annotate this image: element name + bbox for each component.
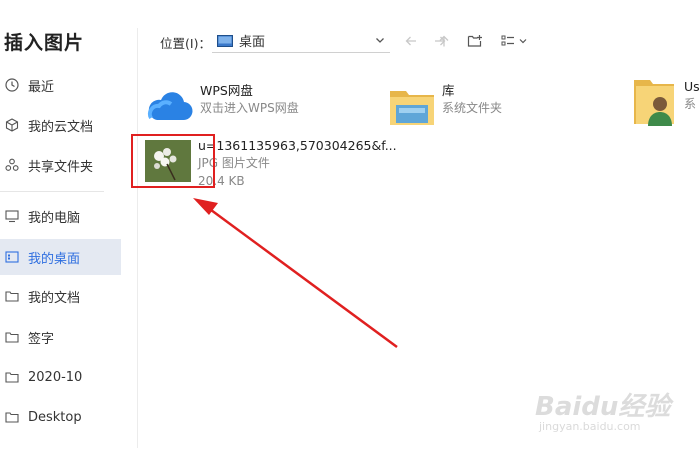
sidebar: 插入图片 最近 我的云文档 共享文件夹 我的电脑 我的桌面 我的文档 签字 20… xyxy=(0,0,122,450)
sidebar-item-my-computer[interactable]: 我的电脑 xyxy=(0,198,121,234)
sidebar-item-label: 2020-10 xyxy=(28,369,83,385)
sidebar-item-recent[interactable]: 最近 xyxy=(0,67,121,103)
sidebar-item-label: 签字 xyxy=(28,331,55,347)
file-item-wps-cloud[interactable]: WPS网盘 双击进入WPS网盘 xyxy=(146,82,299,130)
file-item-library[interactable]: 库 系统文件夹 xyxy=(388,82,502,130)
arrow-up-icon xyxy=(439,35,449,47)
sidebar-item-cloud-docs[interactable]: 我的云文档 xyxy=(0,107,121,143)
sidebar-item-label: 我的文档 xyxy=(28,290,81,306)
sidebar-item-label: 共享文件夹 xyxy=(28,159,94,175)
pane-divider xyxy=(137,28,138,448)
sidebar-item-label: Desktop xyxy=(28,409,82,425)
cube-icon xyxy=(4,117,20,133)
desktop-icon xyxy=(217,34,233,47)
sidebar-item-label: 最近 xyxy=(28,79,55,95)
file-name: u=1361135963,570304265&f... xyxy=(198,138,397,153)
folder-icon xyxy=(4,329,20,345)
list-view-icon xyxy=(501,35,527,46)
folder-icon xyxy=(4,288,20,304)
sidebar-item-label: 我的电脑 xyxy=(28,210,81,226)
watermark-logo: Baidu经验 xyxy=(535,392,671,422)
library-folder-icon xyxy=(388,82,436,130)
location-dropdown[interactable]: 桌面 xyxy=(212,29,390,53)
folder-icon xyxy=(4,369,20,385)
sidebar-item-label: 我的云文档 xyxy=(28,119,94,135)
user-folder-icon xyxy=(630,78,678,126)
sidebar-item-my-desktop[interactable]: 我的桌面 xyxy=(0,239,121,275)
folder-icon xyxy=(4,409,20,425)
file-description: 双击进入WPS网盘 xyxy=(200,101,299,115)
clock-icon xyxy=(4,77,20,93)
view-mode-button[interactable] xyxy=(500,31,530,51)
file-description: 系 xyxy=(684,97,697,111)
chevron-down-icon xyxy=(376,38,384,43)
new-folder-button[interactable] xyxy=(465,31,485,51)
file-name: WPS网盘 xyxy=(200,83,253,98)
file-item-user[interactable]: Us 系 xyxy=(630,78,700,126)
back-button[interactable] xyxy=(401,31,421,51)
annotation-highlight-box xyxy=(131,134,215,188)
dialog-title: 插入图片 xyxy=(4,32,85,54)
sidebar-item-shared-folder[interactable]: 共享文件夹 xyxy=(0,147,121,183)
watermark: Baidu经验 jingyan.baidu.com xyxy=(535,380,695,440)
share-icon xyxy=(4,157,20,173)
sidebar-divider xyxy=(0,191,104,192)
file-name: Us xyxy=(684,79,700,94)
sidebar-item-label: 我的桌面 xyxy=(28,251,81,267)
desktop-icon xyxy=(4,249,20,265)
arrow-left-icon xyxy=(405,36,416,46)
monitor-icon xyxy=(4,208,20,224)
watermark-url: jingyan.baidu.com xyxy=(539,420,641,433)
file-name: 库 xyxy=(442,83,455,98)
sidebar-item-my-documents[interactable]: 我的文档 xyxy=(0,278,121,314)
sidebar-item-2020-10[interactable]: 2020-10 xyxy=(0,359,121,395)
up-button[interactable] xyxy=(434,31,454,51)
file-size: 20.4 KB xyxy=(198,174,245,188)
location-label: 位置(I)： xyxy=(160,36,211,51)
cloud-icon xyxy=(146,82,194,130)
sidebar-item-signature[interactable]: 签字 xyxy=(0,319,121,355)
sidebar-item-desktop[interactable]: Desktop xyxy=(0,399,121,435)
new-folder-icon xyxy=(467,35,482,47)
file-description: 系统文件夹 xyxy=(442,101,503,115)
location-value: 桌面 xyxy=(239,35,266,50)
file-type: JPG 图片文件 xyxy=(198,156,270,170)
